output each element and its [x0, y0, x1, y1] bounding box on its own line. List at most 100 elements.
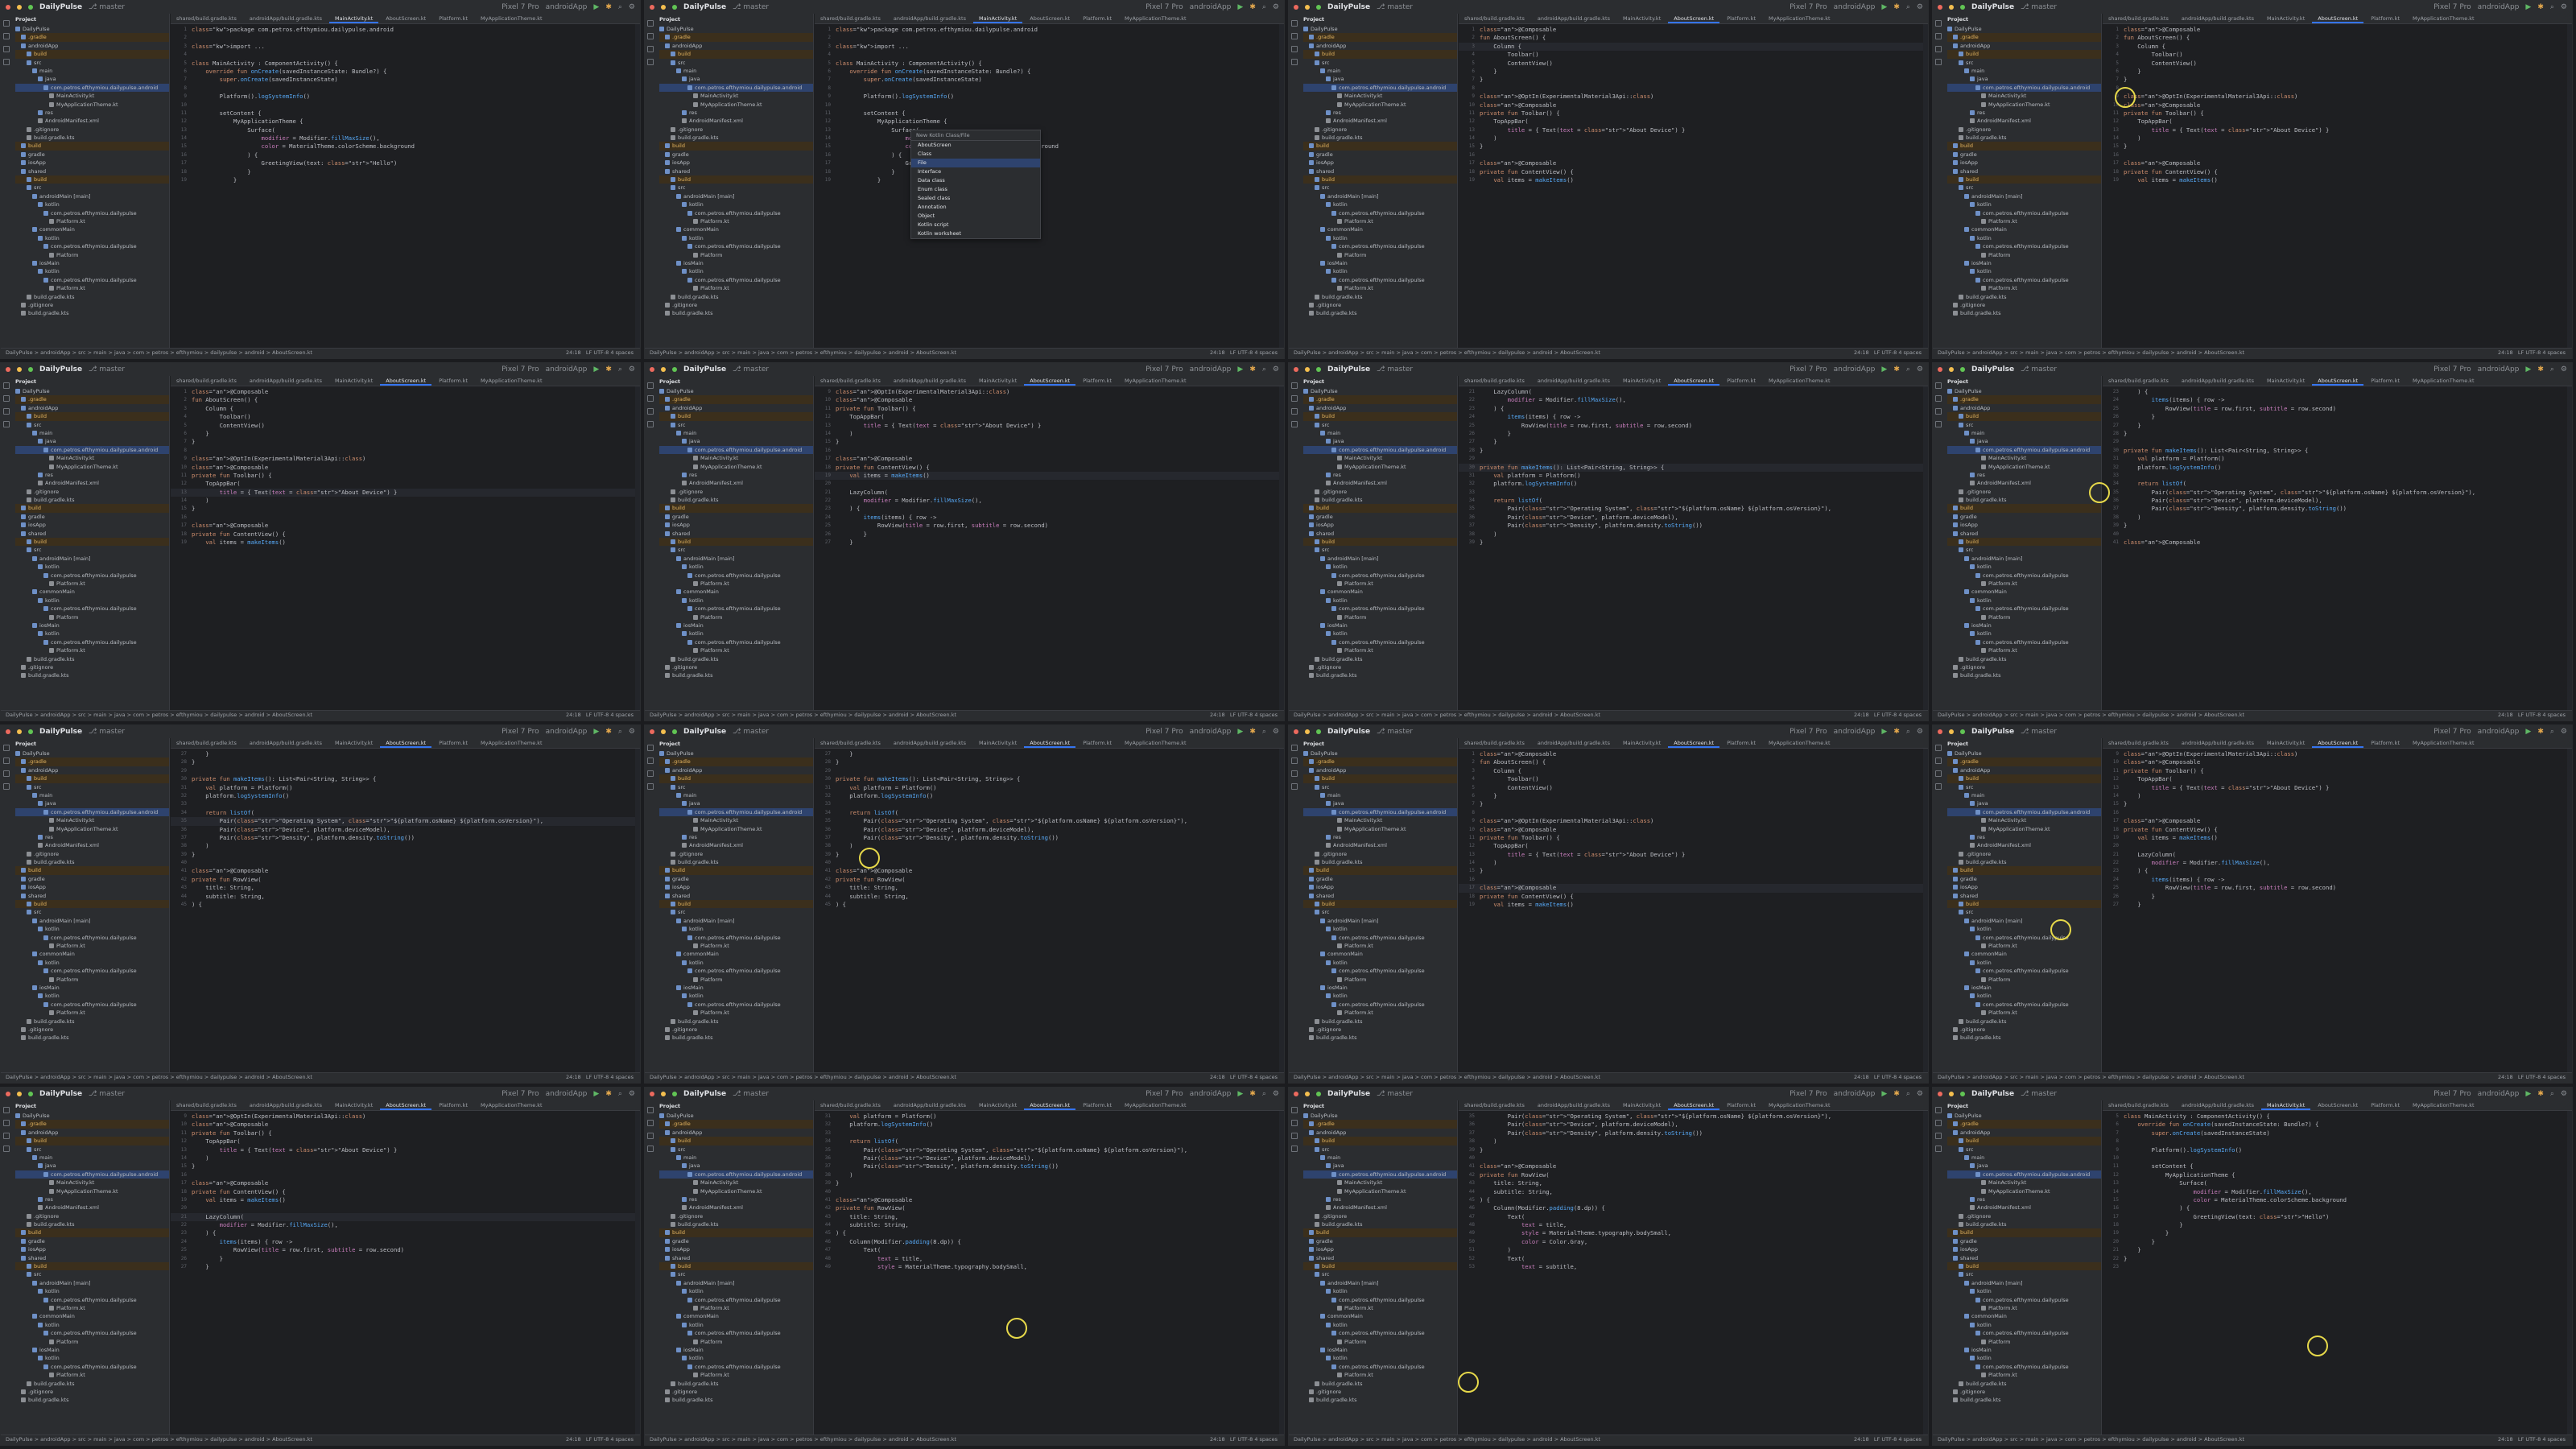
code-line[interactable]: 12 MyApplicationTheme { [815, 118, 1284, 126]
branch-selector[interactable]: ⎇ master [1377, 3, 1413, 11]
bookmarks-tool-icon[interactable] [1291, 59, 1298, 65]
tree-item[interactable]: MyApplicationTheme.kt [1303, 463, 1457, 471]
tree-item[interactable]: Platform.kt [659, 942, 813, 950]
project-tool-icon[interactable] [1935, 1107, 1942, 1113]
tree-item[interactable]: build [1303, 504, 1457, 513]
project-tool-icon[interactable] [3, 1107, 10, 1113]
tree-item[interactable]: iosApp [659, 159, 813, 167]
code-line[interactable]: 32 platform.logSystemInfo() [1459, 480, 1928, 488]
tree-item[interactable]: Platform [659, 251, 813, 259]
tree-item[interactable]: .gradle [15, 395, 169, 404]
code-line[interactable]: 12 TopAppBar( [1459, 842, 1928, 850]
close-window-button[interactable] [1294, 1092, 1298, 1096]
code-line[interactable]: 40 [815, 1188, 1284, 1196]
code-line[interactable]: 53 text = subtitle, [1459, 1263, 1928, 1271]
run-icon[interactable]: ▶ [593, 3, 599, 11]
tree-item[interactable]: build.gradle.kts [1303, 309, 1457, 317]
structure-tool-icon[interactable] [3, 46, 10, 52]
code-line[interactable]: 52 Text( [1459, 1255, 1928, 1263]
tree-item[interactable]: iosMain [1303, 1346, 1457, 1354]
commit-tool-icon[interactable] [3, 1120, 10, 1126]
code-line[interactable]: 43 title: String, [815, 1213, 1284, 1221]
code-line[interactable]: 14 modifier = Modifier.fillMaxSize(), [815, 134, 1284, 142]
tree-item[interactable]: build [659, 538, 813, 547]
tree-item[interactable]: build.gradle.kts [659, 1220, 813, 1228]
project-tool-icon[interactable] [647, 20, 654, 27]
editor-tab[interactable]: shared/build.gradle.kts [171, 1100, 242, 1110]
code-line[interactable]: 10 class="an">@Composable [815, 396, 1284, 404]
editor-tab[interactable]: shared/build.gradle.kts [2103, 14, 2174, 23]
code-line[interactable]: 24 items(items) { row -> [171, 1238, 640, 1246]
tree-item[interactable]: MainActivity.kt [659, 816, 813, 824]
tree-item[interactable]: com.petros.efthymiou.dailypulse [1947, 605, 2101, 613]
code-line[interactable]: 36 Pair(class="str">"Device", platform.d… [2103, 497, 2572, 505]
code-line[interactable]: 15} [2103, 800, 2572, 808]
code-line[interactable]: 38 ) [1459, 530, 1928, 539]
project-tool-icon[interactable] [647, 1107, 654, 1113]
code-line[interactable]: 4 Toolbar() [2103, 51, 2572, 59]
tree-item[interactable]: com.petros.efthymiou.dailypulse [1303, 572, 1457, 580]
tree-item[interactable]: java [1947, 799, 2101, 807]
tree-item[interactable]: Platform.kt [659, 284, 813, 292]
tree-item[interactable]: DailyPulse [15, 749, 169, 758]
code-line[interactable]: 4 Toolbar() [1459, 51, 1928, 59]
code-line[interactable]: 43 title: String, [171, 884, 640, 892]
tree-item[interactable]: androidApp [659, 1129, 813, 1137]
code-line[interactable]: 1 class="an">@Composable [171, 388, 640, 396]
zoom-window-button[interactable] [1960, 729, 1965, 734]
zoom-window-button[interactable] [1960, 5, 1965, 10]
code-line[interactable]: 9 class="an">@OptIn(ExperimentalMaterial3… [171, 1113, 640, 1121]
tree-item[interactable]: Platform [659, 613, 813, 621]
debug-icon[interactable]: ✱ [2537, 728, 2544, 736]
code-line[interactable]: 36 Pair(class="str">"Device", platform.d… [815, 826, 1284, 834]
tree-item[interactable]: kotlin [15, 925, 169, 933]
tree-item[interactable]: com.petros.efthymiou.dailypulse [1303, 638, 1457, 646]
popup-item[interactable]: AboutScreen [911, 141, 1040, 150]
code-line[interactable]: 2 fun AboutScreen() { [2103, 34, 2572, 42]
tree-item[interactable]: res [15, 833, 169, 841]
editor-tab[interactable]: androidApp/build.gradle.kts [1532, 1100, 1616, 1110]
tree-item[interactable]: build.gradle.kts [1303, 671, 1457, 679]
tree-item[interactable]: gradle [1947, 151, 2101, 159]
code-line[interactable]: 12 TopAppBar( [1459, 118, 1928, 126]
tree-item[interactable]: java [15, 437, 169, 445]
tree-item[interactable]: DailyPulse [1303, 25, 1457, 33]
editor-tab[interactable]: Platform.kt [2365, 738, 2405, 748]
tree-item[interactable]: iosMain [1947, 259, 2101, 267]
minimize-window-button[interactable] [661, 5, 666, 10]
popup-item[interactable]: Interface [911, 167, 1040, 176]
tree-item[interactable]: MyApplicationTheme.kt [15, 463, 169, 471]
tree-item[interactable]: src [659, 421, 813, 429]
code-line[interactable]: 16 [1459, 876, 1928, 884]
tree-item[interactable]: iosMain [1303, 984, 1457, 992]
tree-item[interactable]: build [1947, 900, 2101, 909]
project-selector[interactable]: DailyPulse [39, 728, 82, 736]
code-line[interactable]: 13 title = { Text(text = class="str">"Ab… [171, 488, 640, 497]
tree-item[interactable]: androidMain [main] [1303, 555, 1457, 563]
code-line[interactable]: 5 class MainActivity : ComponentActivity(… [815, 60, 1284, 68]
tree-item[interactable]: kotlin [659, 959, 813, 967]
code-line[interactable]: 41 class="an">@Composable [815, 1196, 1284, 1204]
commit-tool-icon[interactable] [1291, 395, 1298, 402]
file-encoding[interactable]: LF UTF-8 4 spaces [1874, 712, 1922, 718]
tree-item[interactable]: MainActivity.kt [659, 454, 813, 462]
tree-item[interactable]: iosMain [659, 621, 813, 630]
tree-item[interactable]: .gitignore [659, 1026, 813, 1034]
tree-item[interactable]: .gitignore [15, 1026, 169, 1034]
tree-item[interactable]: build.gradle.kts [1947, 1380, 2101, 1388]
tree-item[interactable]: androidMain [main] [15, 192, 169, 200]
editor-tab[interactable]: androidApp/build.gradle.kts [1532, 14, 1616, 23]
editor-tab[interactable]: Platform.kt [1077, 738, 1117, 748]
file-encoding[interactable]: LF UTF-8 4 spaces [1874, 349, 1922, 356]
editor-tab[interactable]: MainActivity.kt [2261, 376, 2310, 386]
debug-icon[interactable]: ✱ [1893, 365, 1900, 374]
tree-item[interactable]: .gradle [1947, 395, 2101, 404]
code-editor[interactable]: shared/build.gradle.kts androidApp/build.… [815, 1100, 1284, 1435]
tree-item[interactable]: .gitignore [1303, 1388, 1457, 1396]
tree-item[interactable]: build [1947, 1137, 2101, 1146]
tree-item[interactable]: build [659, 1228, 813, 1237]
code-line[interactable]: 23 ) { [2103, 388, 2572, 396]
code-line[interactable]: 33 [815, 800, 1284, 808]
tree-item[interactable]: build [15, 774, 169, 783]
code-line[interactable]: 9 class="an">@OptIn(ExperimentalMaterial3… [1459, 93, 1928, 101]
